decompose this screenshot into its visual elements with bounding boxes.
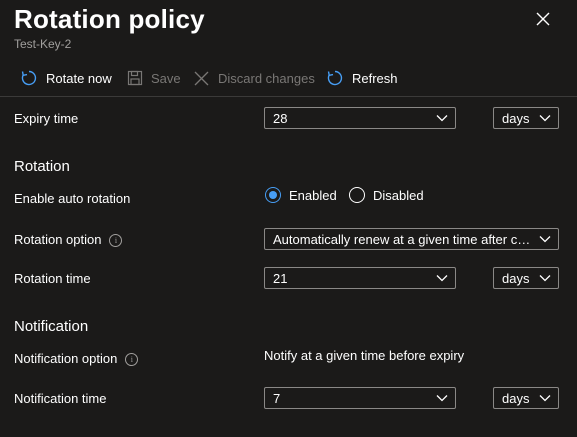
auto-rotation-disabled-radio[interactable]: Disabled [349, 187, 424, 203]
notification-unit-select[interactable]: days [493, 387, 559, 409]
expiry-unit-value: days [502, 110, 530, 126]
radio-checked-icon [265, 187, 281, 203]
notification-time-select[interactable]: 7 [264, 387, 456, 409]
chevron-down-icon [429, 114, 455, 122]
refresh-label: Refresh [352, 70, 398, 86]
expiry-time-select[interactable]: 28 [264, 107, 456, 129]
toolbar-divider [0, 96, 577, 97]
notification-time-label: Notification time [14, 391, 107, 406]
rotation-unit-select[interactable]: days [493, 267, 559, 289]
expiry-time-value: 28 [273, 110, 288, 126]
refresh-button[interactable]: Refresh [326, 64, 398, 92]
command-bar: Rotate now Save Discard changes Refresh [0, 64, 577, 92]
save-label: Save [151, 70, 181, 86]
notification-option-text: Notification option [14, 351, 118, 366]
rotation-time-label: Rotation time [14, 271, 91, 286]
discard-changes-button[interactable]: Discard changes [193, 64, 315, 92]
disabled-label: Disabled [373, 187, 424, 203]
notification-heading: Notification [14, 318, 89, 335]
rotation-time-value: 21 [273, 270, 288, 286]
discard-icon [194, 71, 209, 85]
page-subtitle: Test-Key-2 [14, 37, 72, 51]
expiry-unit-select[interactable]: days [493, 107, 559, 129]
chevron-down-icon [532, 274, 558, 282]
rotation-option-label: Rotation option i [14, 232, 123, 248]
close-button[interactable] [534, 10, 552, 28]
notification-option-label: Notification option i [14, 351, 139, 367]
enable-auto-rotation-label: Enable auto rotation [14, 191, 131, 206]
chevron-down-icon [532, 114, 558, 122]
notification-unit-value: days [502, 390, 530, 406]
rotate-icon [21, 70, 37, 86]
rotate-now-button[interactable]: Rotate now [20, 64, 112, 92]
discard-changes-label: Discard changes [218, 70, 315, 86]
rotation-option-select[interactable]: Automatically renew at a given time afte… [264, 228, 559, 250]
rotation-option-text: Rotation option [14, 232, 102, 247]
save-icon [127, 70, 143, 86]
rotation-unit-value: days [502, 270, 530, 286]
expiry-time-label: Expiry time [14, 111, 79, 126]
rotation-option-value: Automatically renew at a given time afte… [273, 231, 532, 247]
radio-unchecked-icon [349, 187, 365, 203]
info-icon[interactable]: i [109, 234, 123, 248]
notification-option-value: Notify at a given time before expiry [264, 348, 465, 363]
rotation-heading: Rotation [14, 158, 70, 175]
info-icon[interactable]: i [125, 353, 139, 367]
chevron-down-icon [429, 394, 455, 402]
rotation-time-select[interactable]: 21 [264, 267, 456, 289]
chevron-down-icon [532, 394, 558, 402]
enabled-label: Enabled [289, 187, 337, 203]
rotate-now-label: Rotate now [46, 70, 112, 86]
close-icon [536, 12, 550, 26]
chevron-down-icon [532, 235, 558, 243]
save-button[interactable]: Save [127, 64, 181, 92]
auto-rotation-enabled-radio[interactable]: Enabled [265, 187, 337, 203]
notification-time-value: 7 [273, 390, 281, 406]
page-title: Rotation policy [14, 4, 205, 34]
refresh-icon [327, 70, 343, 86]
chevron-down-icon [429, 274, 455, 282]
